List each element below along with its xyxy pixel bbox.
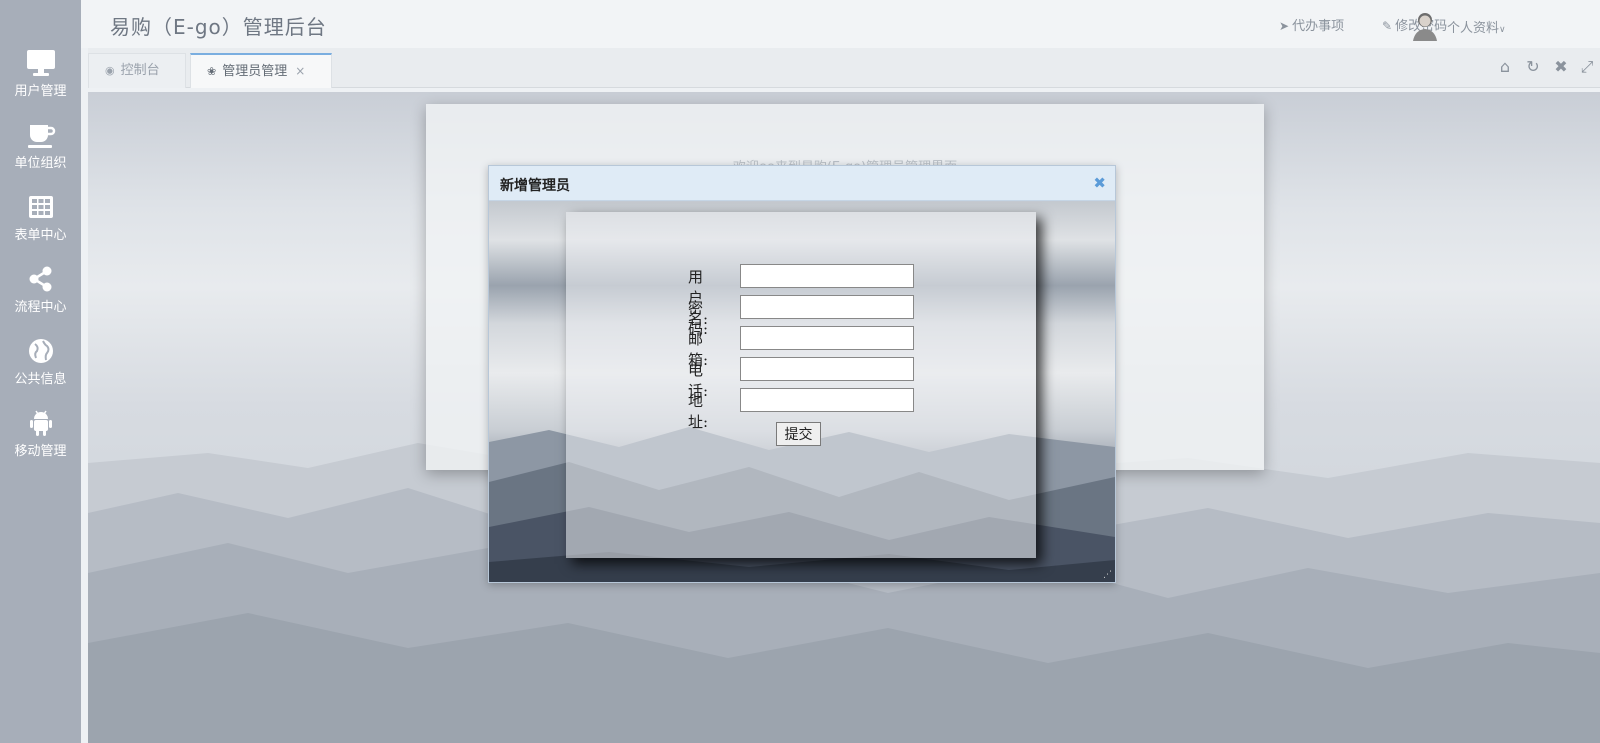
add-admin-dialog: 新增管理员 ✖ 用户名: 密码: 邮箱: 电话: 地址: 提交 ⋰: [488, 165, 1116, 583]
refresh-icon[interactable]: ↻: [1522, 56, 1544, 78]
dashboard-icon: ◉: [105, 64, 115, 77]
password-input[interactable]: [740, 295, 914, 319]
avatar[interactable]: [1411, 9, 1439, 41]
profile-label: 个人资料: [1447, 21, 1500, 36]
sidebar-item-label: 单位组织: [14, 156, 67, 171]
sidebar-item-user-management[interactable]: 用户管理: [0, 48, 81, 99]
todo-label: 代办事项: [1292, 19, 1345, 34]
globe-icon: [28, 339, 53, 363]
table-icon: [28, 196, 53, 218]
dialog-title: 新增管理员: [500, 178, 570, 194]
sidebar: 用户管理 单位组织 表单中心 流程中心 公共信息 移动管理: [0, 0, 81, 743]
tab-admin-management[interactable]: ❀ 管理员管理 ×: [190, 53, 332, 88]
close-icon[interactable]: ✖: [1093, 175, 1106, 191]
tab-close-icon[interactable]: ×: [295, 64, 305, 78]
home-icon[interactable]: ⌂: [1494, 56, 1516, 78]
sidebar-item-label: 表单中心: [14, 228, 67, 243]
edit-icon: ✎: [1382, 19, 1393, 33]
close-icon[interactable]: ✖: [1550, 56, 1572, 78]
phone-input[interactable]: [740, 357, 914, 381]
sidebar-item-mobile-management[interactable]: 移动管理: [0, 408, 81, 459]
todo-link[interactable]: ➤ 代办事项: [1279, 15, 1344, 34]
address-label: 地址:: [688, 392, 709, 431]
sidebar-item-public-info[interactable]: 公共信息: [0, 336, 81, 387]
coffee-icon: [27, 125, 55, 148]
submit-button[interactable]: 提交: [776, 422, 821, 446]
app-title: 易购（E-go）管理后台: [110, 15, 327, 39]
address-input[interactable]: [740, 388, 914, 412]
top-header: 易购（E-go）管理后台: [81, 0, 1600, 48]
sidebar-item-organization[interactable]: 单位组织: [0, 120, 81, 171]
tab-dashboard[interactable]: ◉ 控制台: [88, 53, 186, 88]
admin-form: 用户名: 密码: 邮箱: 电话: 地址: 提交: [566, 212, 1036, 558]
send-icon: ➤: [1279, 19, 1290, 33]
tab-label: 管理员管理: [222, 64, 288, 79]
chevron-down-icon: ∨: [1499, 25, 1506, 35]
sidebar-item-form-center[interactable]: 表单中心: [0, 192, 81, 243]
tab-label: 控制台: [120, 63, 160, 78]
share-icon: [29, 266, 51, 292]
sidebar-item-workflow-center[interactable]: 流程中心: [0, 264, 81, 315]
dialog-header: 新增管理员 ✖: [489, 166, 1115, 201]
dialog-body: 用户名: 密码: 邮箱: 电话: 地址: 提交 ⋰: [489, 202, 1115, 582]
sidebar-item-label: 用户管理: [14, 84, 67, 99]
email-input[interactable]: [740, 326, 914, 350]
leaf-icon: ❀: [207, 65, 217, 78]
sidebar-item-label: 公共信息: [14, 372, 67, 387]
android-icon: [29, 410, 52, 436]
username-input[interactable]: [740, 264, 914, 288]
sidebar-item-label: 移动管理: [14, 444, 67, 459]
tab-bar: ◉ 控制台 ❀ 管理员管理 × ⌂ ↻ ✖ ⤢: [88, 48, 1600, 88]
resize-handle-icon[interactable]: ⋰: [1103, 570, 1113, 580]
fullscreen-icon[interactable]: ⤢: [1576, 56, 1598, 78]
profile-dropdown[interactable]: 个人资料∨: [1447, 17, 1506, 36]
sidebar-item-label: 流程中心: [14, 300, 67, 315]
monitor-icon: [26, 50, 55, 76]
